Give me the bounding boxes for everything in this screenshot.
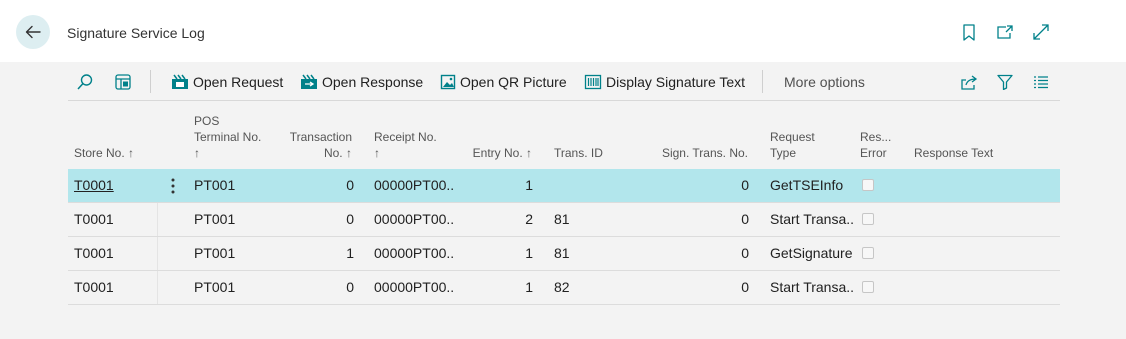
search-icon xyxy=(77,73,93,90)
table-row[interactable]: T0001 PT001 0 00000PT00... 2 81 0 Start … xyxy=(68,203,1060,237)
open-qr-picture-button[interactable]: Open QR Picture xyxy=(440,62,567,101)
sort-ascending-icon: ↑ xyxy=(346,146,352,160)
column-separator xyxy=(157,203,158,236)
sort-ascending-icon: ↑ xyxy=(374,146,380,160)
sign-trans-no-cell: 0 xyxy=(741,279,749,295)
pos-terminal-no-cell: PT001 xyxy=(194,279,236,295)
transaction-no-cell: 0 xyxy=(346,211,354,227)
entry-no-cell: 1 xyxy=(525,177,533,193)
trans-id-cell: 81 xyxy=(554,211,570,227)
res-error-checkbox[interactable] xyxy=(862,247,874,259)
back-button[interactable] xyxy=(16,15,50,49)
receipt-no-cell: 00000PT00... xyxy=(374,279,454,295)
open-response-label: Open Response xyxy=(322,73,424,90)
action-bar: Open Request Open Response Open QR Pictu… xyxy=(68,62,1060,101)
column-separator xyxy=(157,271,158,304)
list-view-icon xyxy=(1034,75,1048,88)
column-header-transaction-no[interactable]: Transaction No. ↑ xyxy=(282,129,352,161)
transaction-no-cell: 0 xyxy=(346,279,354,295)
res-error-checkbox[interactable] xyxy=(862,213,874,225)
open-in-new-window-button[interactable] xyxy=(995,22,1015,42)
transaction-no-cell: 1 xyxy=(346,245,354,261)
sign-trans-no-cell: 0 xyxy=(741,245,749,261)
filter-button[interactable] xyxy=(997,62,1017,101)
receipt-no-cell: 00000PT00... xyxy=(374,177,454,193)
store-no-cell[interactable]: T0001 xyxy=(74,271,114,304)
sign-trans-no-cell: 0 xyxy=(741,211,749,227)
res-error-checkbox[interactable] xyxy=(862,179,874,191)
column-header-entry-no[interactable]: Entry No. ↑ xyxy=(452,145,532,161)
row-actions-button[interactable] xyxy=(164,169,182,202)
store-no-cell[interactable]: T0001 xyxy=(74,203,114,236)
column-header-res-error[interactable]: Res... Error xyxy=(860,129,891,161)
column-header-store-no[interactable]: Store No. ↑ xyxy=(74,145,134,161)
bookmark-icon xyxy=(963,23,975,41)
res-error-checkbox[interactable] xyxy=(862,281,874,293)
picture-icon xyxy=(440,74,456,89)
sort-ascending-icon: ↑ xyxy=(526,146,532,160)
receipt-no-cell: 00000PT00... xyxy=(374,245,454,261)
page-title: Signature Service Log xyxy=(67,25,205,41)
action-separator xyxy=(762,70,763,93)
column-header-receipt-no[interactable]: Receipt No. ↑ xyxy=(374,129,437,161)
store-no-cell[interactable]: T0001 xyxy=(74,169,114,202)
entry-no-cell: 1 xyxy=(525,279,533,295)
barcode-icon xyxy=(584,74,602,89)
pos-terminal-no-cell: PT001 xyxy=(194,245,236,261)
transaction-no-cell: 0 xyxy=(346,177,354,193)
open-qr-picture-label: Open QR Picture xyxy=(460,73,567,90)
column-separator xyxy=(157,237,158,270)
pos-terminal-no-cell: PT001 xyxy=(194,211,236,227)
more-options-button[interactable]: More options xyxy=(784,62,865,101)
open-in-new-window-icon xyxy=(997,25,1013,39)
search-button[interactable] xyxy=(76,62,98,101)
request-type-cell: GetSignature xyxy=(770,245,853,261)
table-row[interactable]: T0001 PT001 0 00000PT00... 1 82 0 Start … xyxy=(68,271,1060,305)
action-separator xyxy=(150,70,151,93)
grid-header-row: Store No. ↑ POS Terminal No. ↑ Transacti… xyxy=(68,110,1060,169)
sign-trans-no-cell: 0 xyxy=(741,177,749,193)
page-header: Signature Service Log xyxy=(0,0,1126,62)
entry-no-cell: 1 xyxy=(525,245,533,261)
request-type-cell: Start Transa... xyxy=(770,279,854,295)
filter-icon xyxy=(997,74,1013,90)
open-request-button[interactable]: Open Request xyxy=(171,62,283,101)
edit-list-icon xyxy=(115,73,131,90)
open-response-icon xyxy=(301,74,317,89)
table-row[interactable]: T0001 PT001 1 00000PT00... 1 81 0 GetSig… xyxy=(68,237,1060,271)
trans-id-cell: 82 xyxy=(554,279,570,295)
receipt-no-cell: 00000PT00... xyxy=(374,211,454,227)
display-signature-text-button[interactable]: Display Signature Text xyxy=(584,62,745,101)
arrow-left-icon xyxy=(25,25,41,39)
store-no-cell[interactable]: T0001 xyxy=(74,237,114,270)
share-button[interactable] xyxy=(960,62,982,101)
more-vertical-icon xyxy=(171,178,175,193)
expand-button[interactable] xyxy=(1031,22,1051,42)
column-header-sign-trans-no[interactable]: Sign. Trans. No. xyxy=(638,145,748,161)
display-signature-text-label: Display Signature Text xyxy=(606,73,746,90)
list-view-button[interactable] xyxy=(1033,62,1053,101)
bookmark-button[interactable] xyxy=(959,22,979,42)
open-request-label: Open Request xyxy=(193,73,284,90)
sort-ascending-icon: ↑ xyxy=(128,146,135,160)
share-icon xyxy=(961,74,978,90)
more-options-label: More options xyxy=(784,73,865,90)
sort-ascending-icon: ↑ xyxy=(194,146,200,160)
column-header-trans-id[interactable]: Trans. ID xyxy=(554,145,603,161)
entry-no-cell: 2 xyxy=(525,211,533,227)
trans-id-cell: 81 xyxy=(554,245,570,261)
request-type-cell: Start Transa... xyxy=(770,211,854,227)
request-type-cell: GetTSEInfo xyxy=(770,177,844,193)
table-row[interactable]: T0001 PT001 0 00000PT00... 1 0 GetTSEInf… xyxy=(68,169,1060,203)
pos-terminal-no-cell: PT001 xyxy=(194,177,236,193)
open-response-button[interactable]: Open Response xyxy=(300,62,423,101)
column-header-request-type[interactable]: Request Type xyxy=(770,129,815,161)
expand-icon xyxy=(1033,24,1049,40)
column-header-response-text[interactable]: Response Text xyxy=(914,145,993,161)
column-header-pos-terminal-no[interactable]: POS Terminal No. ↑ xyxy=(194,113,261,161)
edit-list-button[interactable] xyxy=(114,62,136,101)
open-request-icon xyxy=(172,74,188,89)
